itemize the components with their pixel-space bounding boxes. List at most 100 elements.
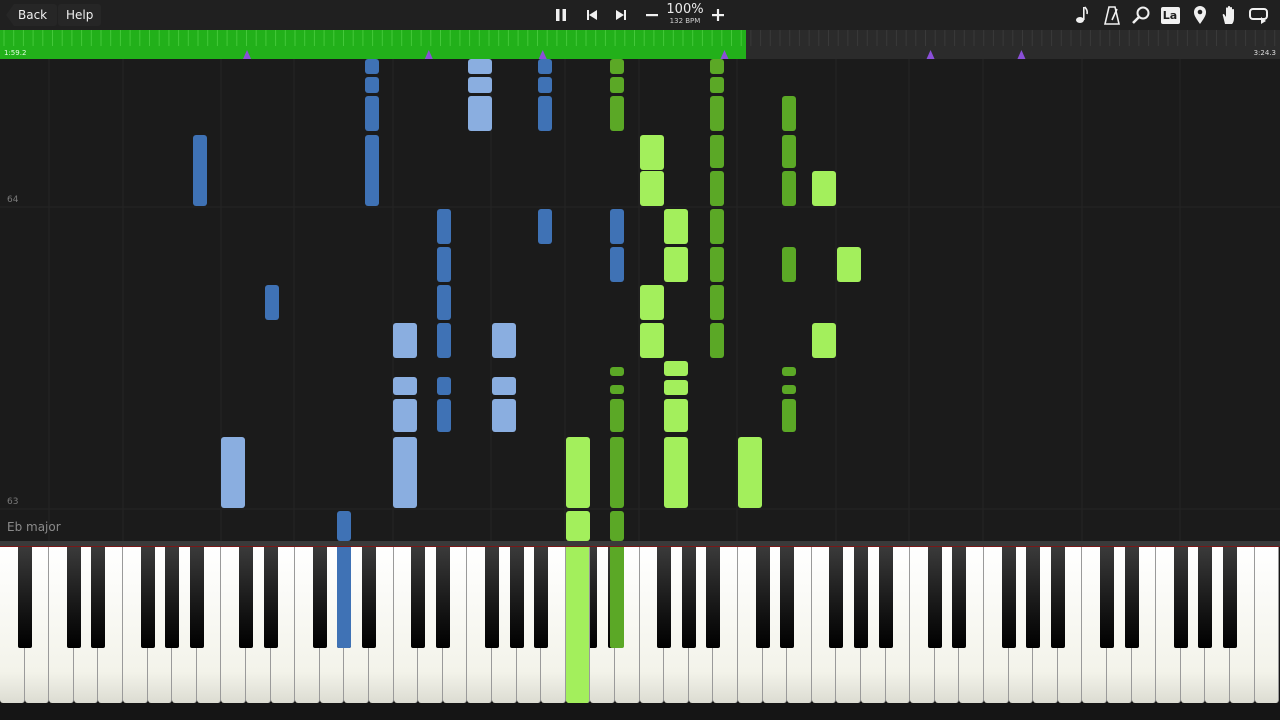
black-key[interactable] bbox=[681, 547, 696, 648]
falling-note bbox=[710, 285, 724, 320]
black-key[interactable] bbox=[362, 547, 376, 648]
falling-note bbox=[437, 377, 451, 395]
back-button[interactable]: Back bbox=[6, 4, 58, 26]
label-icon-text: La bbox=[1160, 6, 1180, 24]
falling-note bbox=[337, 511, 351, 541]
search-icon[interactable] bbox=[1130, 4, 1152, 26]
falling-note bbox=[610, 59, 624, 74]
falling-note bbox=[610, 367, 624, 376]
falling-note bbox=[640, 285, 664, 320]
skip-back-icon[interactable] bbox=[581, 4, 603, 26]
black-key[interactable] bbox=[165, 547, 180, 648]
black-key[interactable] bbox=[66, 547, 81, 648]
black-key[interactable] bbox=[263, 547, 278, 648]
black-key[interactable] bbox=[854, 547, 868, 648]
black-key[interactable] bbox=[534, 547, 549, 648]
falling-note bbox=[738, 437, 762, 508]
timeline[interactable] bbox=[0, 30, 1280, 59]
black-key[interactable] bbox=[1050, 547, 1065, 648]
pressed-black-key[interactable] bbox=[337, 547, 351, 648]
bpm-value: 132 BPM bbox=[669, 17, 701, 25]
falling-note bbox=[610, 399, 624, 432]
falling-note bbox=[664, 247, 688, 282]
pressed-black-key[interactable] bbox=[610, 547, 624, 648]
timeline-marker[interactable] bbox=[243, 50, 252, 59]
help-button[interactable]: Help bbox=[58, 4, 102, 26]
pause-icon[interactable] bbox=[550, 4, 572, 26]
black-key[interactable] bbox=[17, 547, 32, 648]
falling-note bbox=[492, 377, 516, 395]
location-pin-icon[interactable] bbox=[1189, 4, 1211, 26]
timeline-ticks bbox=[3, 30, 1276, 59]
loop-icon[interactable] bbox=[1248, 4, 1270, 26]
label-icon[interactable]: La bbox=[1159, 4, 1181, 26]
black-key[interactable] bbox=[1124, 547, 1139, 648]
falling-note bbox=[393, 323, 417, 358]
falling-note bbox=[782, 385, 796, 394]
note-icon[interactable] bbox=[1071, 4, 1093, 26]
falling-note bbox=[610, 209, 624, 244]
black-key[interactable] bbox=[927, 547, 942, 648]
falling-note bbox=[610, 385, 624, 394]
falling-note bbox=[710, 247, 724, 282]
timeline-marker[interactable] bbox=[1017, 50, 1026, 59]
black-key[interactable] bbox=[239, 547, 253, 648]
timeline-marker[interactable] bbox=[424, 50, 433, 59]
falling-note bbox=[365, 77, 379, 93]
black-key[interactable] bbox=[1001, 547, 1016, 648]
falling-note bbox=[437, 209, 451, 244]
falling-note bbox=[193, 135, 207, 206]
black-key[interactable] bbox=[878, 547, 893, 648]
falling-note bbox=[468, 77, 492, 93]
black-key[interactable] bbox=[1100, 547, 1114, 648]
row-label-63: 63 bbox=[7, 497, 19, 507]
falling-note bbox=[538, 96, 552, 131]
black-key[interactable] bbox=[485, 547, 499, 648]
black-key[interactable] bbox=[509, 547, 524, 648]
black-key[interactable] bbox=[312, 547, 327, 648]
black-key[interactable] bbox=[91, 547, 106, 648]
falling-note bbox=[710, 323, 724, 358]
black-key[interactable] bbox=[780, 547, 795, 648]
falling-note bbox=[710, 96, 724, 131]
pressed-white-key[interactable] bbox=[566, 547, 590, 703]
skip-forward-icon[interactable] bbox=[610, 4, 632, 26]
falling-note bbox=[710, 135, 724, 168]
falling-note bbox=[393, 377, 417, 395]
black-key[interactable] bbox=[706, 547, 721, 648]
falling-note bbox=[610, 96, 624, 131]
black-key[interactable] bbox=[435, 547, 450, 648]
white-key[interactable] bbox=[1254, 547, 1280, 703]
black-key[interactable] bbox=[189, 547, 204, 648]
speed-display: 100% 132 BPM bbox=[666, 3, 704, 26]
black-key[interactable] bbox=[411, 547, 426, 648]
falling-note bbox=[221, 437, 245, 508]
falling-note bbox=[437, 247, 451, 282]
black-key[interactable] bbox=[829, 547, 844, 648]
hand-icon[interactable] bbox=[1218, 4, 1240, 26]
timeline-marker[interactable] bbox=[538, 50, 547, 59]
falling-note bbox=[664, 380, 688, 395]
timeline-marker[interactable] bbox=[720, 50, 729, 59]
timeline-marker[interactable] bbox=[926, 50, 935, 59]
black-key[interactable] bbox=[1198, 547, 1213, 648]
black-key[interactable] bbox=[657, 547, 672, 648]
black-key[interactable] bbox=[140, 547, 155, 648]
falling-note bbox=[610, 77, 624, 93]
black-key[interactable] bbox=[1223, 547, 1237, 648]
total-time: 3:24.3 bbox=[1253, 49, 1276, 57]
falling-note bbox=[610, 511, 624, 541]
piano-keyboard[interactable] bbox=[0, 547, 1280, 720]
falling-note bbox=[782, 96, 796, 131]
metronome-icon[interactable] bbox=[1101, 4, 1123, 26]
black-key[interactable] bbox=[755, 547, 770, 648]
black-key[interactable] bbox=[1026, 547, 1041, 648]
row-label-64: 64 bbox=[7, 195, 19, 205]
black-key[interactable] bbox=[952, 547, 967, 648]
falling-note bbox=[640, 323, 664, 358]
minus-icon[interactable] bbox=[641, 4, 663, 26]
falling-note bbox=[782, 247, 796, 282]
plus-icon[interactable] bbox=[707, 4, 729, 26]
falling-note bbox=[393, 437, 417, 508]
black-key[interactable] bbox=[1173, 547, 1188, 648]
